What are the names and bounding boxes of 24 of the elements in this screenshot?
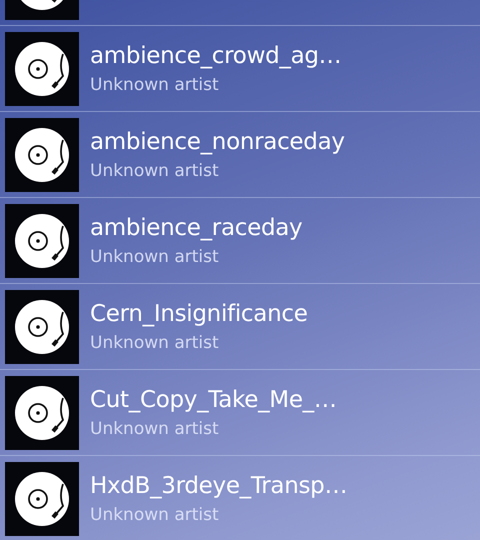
artist-name: Unknown artist — [90, 418, 220, 438]
vinyl-record-icon — [5, 290, 79, 364]
track-title: Cut_Copy_Take_Me_… — [90, 386, 337, 412]
track-title: ambience_raceday — [90, 214, 302, 240]
artist-name: Unknown artist — [90, 246, 220, 266]
track-item[interactable]: HxdB_3rdeye_Transp… Unknown artist — [0, 456, 480, 540]
artist-name: Unknown artist — [90, 332, 220, 352]
track-item[interactable]: ambience_raceday Unknown artist — [0, 198, 480, 284]
artist-name: Unknown artist — [90, 504, 220, 524]
track-title: Cern_Insignificance — [90, 300, 308, 326]
track-title: HxdB_3rdeye_Transp… — [90, 472, 348, 498]
track-item[interactable]: Cern_Insignificance Unknown artist — [0, 284, 480, 370]
artist-name: Unknown artist — [90, 74, 220, 94]
vinyl-record-icon — [5, 32, 79, 106]
track-item[interactable]: Cut_Copy_Take_Me_… Unknown artist — [0, 370, 480, 456]
vinyl-record-icon — [5, 204, 79, 278]
vinyl-record-icon — [5, 118, 79, 192]
track-title: ambience_crowd_ag… — [90, 42, 342, 68]
vinyl-record-icon — [5, 462, 79, 536]
vinyl-record-icon — [5, 376, 79, 450]
track-title: ambience_nonraceday — [90, 128, 345, 154]
artist-name: Unknown artist — [90, 160, 220, 180]
track-item[interactable]: ambience_crowd_ag… Unknown artist — [0, 26, 480, 112]
track-item[interactable]: ambience_nonraceday Unknown artist — [0, 112, 480, 198]
